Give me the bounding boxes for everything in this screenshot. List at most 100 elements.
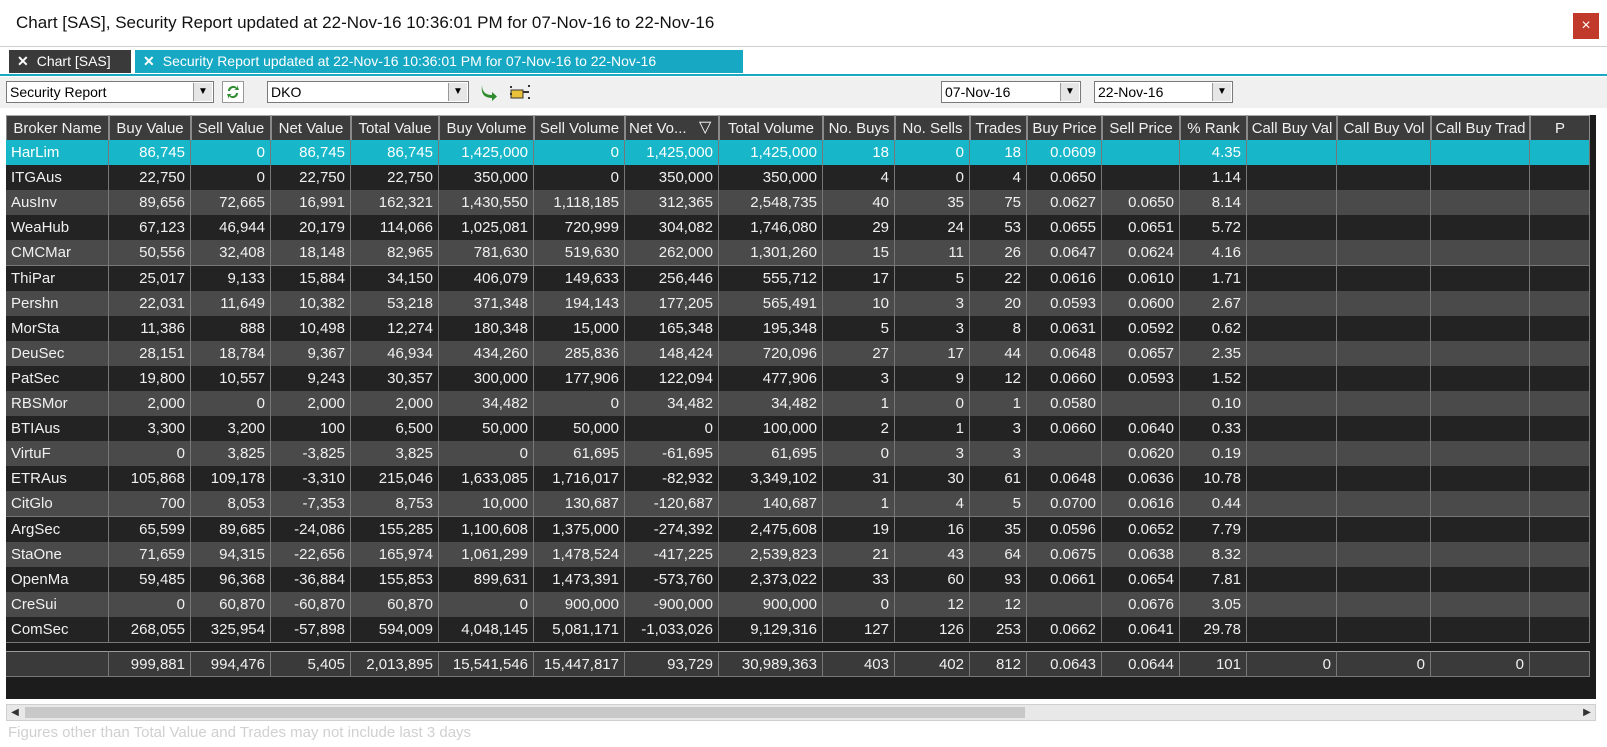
totals-row[interactable]: 999,881 994,476 5,405 2,013,895 15,541,546 15… — [6, 651, 1596, 677]
table-row[interactable]: DeuSec 28,151 18,784 9,367 46,934 434,260 285,… — [6, 340, 1596, 367]
scrollbar-thumb[interactable] — [25, 707, 1025, 718]
horizontal-scrollbar[interactable]: ◀ ▶ — [6, 704, 1596, 721]
security-code-select[interactable]: DKO ▼ — [267, 81, 469, 103]
table-cell: 10,000 — [439, 491, 534, 518]
table-row[interactable]: AusInv 89,656 72,665 16,991 162,321 1,430,550… — [6, 190, 1596, 217]
table-cell: 9,133 — [191, 265, 271, 292]
chevron-down-icon[interactable]: ▼ — [193, 83, 212, 101]
refresh-icon[interactable] — [222, 81, 244, 103]
table-cell: 900,000 — [534, 591, 625, 618]
table-cell — [1247, 290, 1337, 317]
table-cell — [1337, 391, 1431, 417]
table-cell — [1247, 391, 1337, 417]
chevron-down-icon[interactable]: ▼ — [448, 83, 467, 101]
table-cell — [1431, 315, 1530, 342]
table-row[interactable]: OpenMa 59,485 96,368 -36,884 155,853 899,631 1… — [6, 566, 1596, 593]
scroll-right-icon[interactable]: ▶ — [1579, 705, 1595, 720]
table-row[interactable]: BTIAus 3,300 3,200 100 6,500 50,000 50,000 0 100… — [6, 416, 1596, 443]
table-row[interactable]: PatSec 19,800 10,557 9,243 30,357 300,000 177,… — [6, 365, 1596, 392]
table-cell: -57,898 — [271, 616, 351, 643]
table-row[interactable]: CreSui 0 60,870 -60,870 60,870 0 900,000 -900,0… — [6, 591, 1596, 618]
table-cell: 86,745 — [271, 140, 351, 166]
table-cell — [1337, 591, 1431, 618]
table-cell: 75 — [970, 190, 1027, 217]
table-row[interactable]: MorSta 11,386 888 10,498 12,274 180,348 15,000… — [6, 315, 1596, 342]
chevron-down-icon[interactable]: ▼ — [1212, 83, 1231, 101]
table-cell — [1530, 391, 1590, 417]
date-to-select[interactable]: 22-Nov-16 ▼ — [1094, 81, 1233, 103]
table-cell: -417,225 — [625, 541, 719, 568]
close-tab-icon[interactable]: ✕ — [143, 53, 155, 69]
hand-pointer-icon[interactable] — [508, 81, 530, 103]
table-row[interactable]: ArgSec 65,599 89,685 -24,086 155,285 1,100,60… — [6, 516, 1596, 543]
table-cell: 34,482 — [625, 391, 719, 417]
sort-descending-icon[interactable]: ▽ — [699, 115, 1592, 141]
column-header[interactable]: Buy Volume — [439, 115, 534, 141]
date-from-select[interactable]: 07-Nov-16 ▼ — [941, 81, 1081, 103]
table-row[interactable]: WeaHub 67,123 46,944 20,179 114,066 1,025,081… — [6, 215, 1596, 242]
table-cell — [1431, 491, 1530, 518]
table-cell — [1337, 441, 1431, 468]
report-type-select[interactable]: Security Report ▼ — [6, 81, 214, 103]
column-header[interactable]: Sell Value — [191, 115, 271, 141]
table-cell: 22,031 — [109, 290, 191, 317]
table-row[interactable]: RBSMor 2,000 0 2,000 2,000 34,482 0 34,482 34,48… — [6, 391, 1596, 417]
table-row[interactable]: StaOne 71,659 94,315 -22,656 165,974 1,061,29… — [6, 541, 1596, 568]
broker-name-cell: ArgSec — [6, 516, 109, 543]
table-cell: 0 — [534, 391, 625, 417]
arrow-go-icon[interactable] — [478, 81, 500, 103]
table-cell — [1247, 616, 1337, 643]
table-cell: 60 — [895, 566, 970, 593]
table-cell: 256,446 — [625, 265, 719, 292]
table-row[interactable]: HarLim 86,745 0 86,745 86,745 1,425,000 0 1,425… — [6, 140, 1596, 166]
security-code-value: DKO — [271, 84, 302, 100]
table-row[interactable]: ComSec 268,055 325,954 -57,898 594,009 4,048,… — [6, 616, 1596, 643]
security-report-grid[interactable]: Broker Name Buy Value Sell Value Net Value T… — [6, 115, 1596, 699]
table-cell: 0.0610 — [1102, 265, 1180, 292]
chevron-down-icon[interactable]: ▼ — [1060, 83, 1079, 101]
column-header[interactable]: Buy Value — [109, 115, 191, 141]
column-header[interactable]: Total Value — [351, 115, 439, 141]
table-row[interactable]: CitGlo 700 8,053 -7,353 8,753 10,000 130,687 -1… — [6, 491, 1596, 518]
table-cell: 53,218 — [351, 290, 439, 317]
table-cell — [1337, 541, 1431, 568]
scroll-left-icon[interactable]: ◀ — [7, 705, 23, 720]
table-cell — [1431, 140, 1530, 166]
table-row[interactable]: VirtuF 0 3,825 -3,825 3,825 0 61,695 -61,695 61,… — [6, 441, 1596, 468]
close-window-button[interactable]: × — [1573, 13, 1599, 39]
tab-chart[interactable]: ✕ Chart [SAS] — [9, 50, 131, 73]
table-cell: 0.0616 — [1027, 265, 1102, 292]
table-cell — [1431, 441, 1530, 468]
table-row[interactable]: Pershn 22,031 11,649 10,382 53,218 371,348 194… — [6, 290, 1596, 317]
table-cell: 30 — [895, 466, 970, 493]
title-bar: Chart [SAS], Security Report updated at … — [0, 0, 1607, 47]
table-cell: 0.0616 — [1102, 491, 1180, 518]
table-cell: -274,392 — [625, 516, 719, 543]
table-cell: 140,687 — [719, 491, 823, 518]
footnote: Figures other than Total Value and Trade… — [8, 724, 472, 741]
header-row[interactable]: Broker Name Buy Value Sell Value Net Value T… — [6, 115, 1596, 141]
table-cell: 0 — [895, 391, 970, 417]
table-cell — [1337, 340, 1431, 367]
table-cell: 10,557 — [191, 365, 271, 392]
table-cell: 9,367 — [271, 340, 351, 367]
table-cell: 5 — [895, 265, 970, 292]
table-row[interactable]: ETRAus 105,868 109,178 -3,310 215,046 1,633,0… — [6, 466, 1596, 493]
table-cell: 86,745 — [109, 140, 191, 166]
table-cell — [1431, 190, 1530, 217]
tab-security-report[interactable]: ✕ Security Report updated at 22-Nov-16 10… — [135, 50, 743, 73]
table-row[interactable]: CMCMar 50,556 32,408 18,148 82,965 781,630 519… — [6, 240, 1596, 267]
table-row[interactable]: ThiPar 25,017 9,133 15,884 34,150 406,079 149,… — [6, 265, 1596, 292]
column-header[interactable]: Net Value — [271, 115, 351, 141]
table-cell — [1337, 566, 1431, 593]
date-to-value: 22-Nov-16 — [1098, 84, 1164, 100]
table-row[interactable]: ITGAus 22,750 0 22,750 22,750 350,000 0 350,000… — [6, 165, 1596, 192]
column-header[interactable]: Broker Name — [6, 115, 109, 141]
broker-name-cell: RBSMor — [6, 391, 109, 417]
table-cell: 0 — [895, 165, 970, 192]
table-cell: 304,082 — [625, 215, 719, 242]
table-cell: 59,485 — [109, 566, 191, 593]
table-cell: 130,687 — [534, 491, 625, 518]
close-tab-icon[interactable]: ✕ — [17, 53, 29, 69]
column-header[interactable]: Sell Volume — [534, 115, 625, 141]
